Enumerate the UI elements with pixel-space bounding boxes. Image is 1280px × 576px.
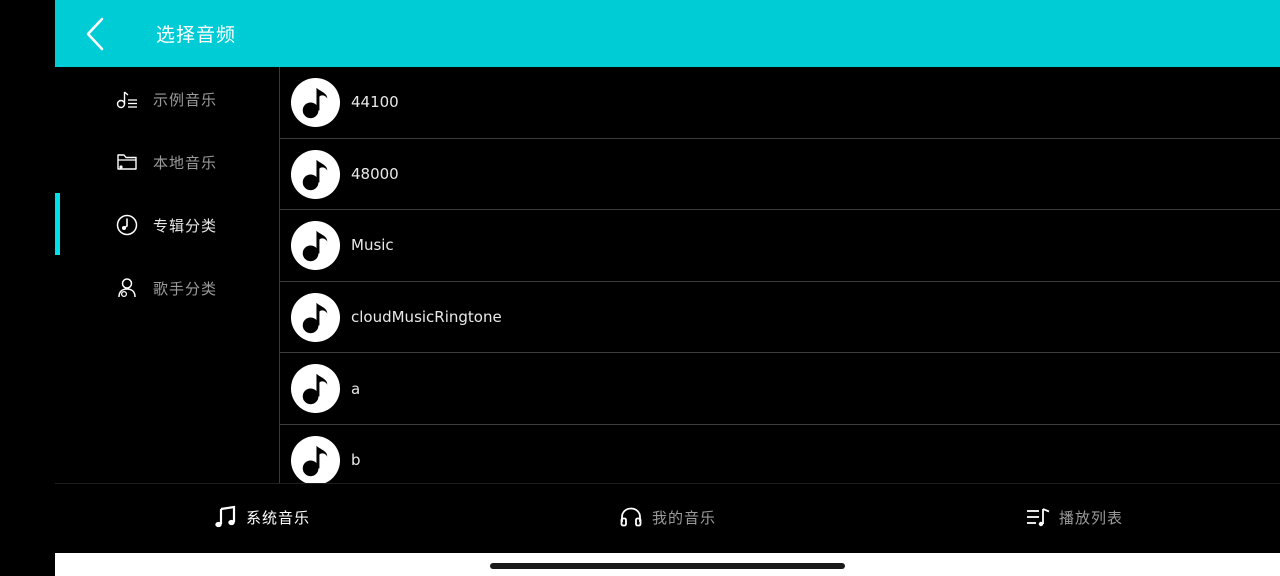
list-item-label: 44100	[351, 93, 399, 112]
album-list: 44100 48000 Music cloudMusicRingtone a b	[280, 67, 1280, 483]
home-indicator[interactable]	[490, 563, 845, 569]
music-note-disc-icon	[290, 149, 341, 199]
list-item[interactable]: Music	[280, 210, 1280, 282]
top-app-bar: 选择音频	[55, 0, 1280, 67]
left-black-strip	[0, 0, 55, 576]
list-item[interactable]: b	[280, 425, 1280, 483]
playlist-icon	[1025, 504, 1051, 530]
sample-music-icon	[115, 87, 139, 111]
music-note-disc-icon	[290, 221, 341, 271]
music-note-disc-icon	[290, 77, 341, 128]
list-item-label: cloudMusicRingtone	[351, 308, 502, 327]
sidebar-item-singer[interactable]: 歌手分类	[55, 257, 279, 319]
sidebar-item-album[interactable]: 专辑分类	[55, 194, 279, 256]
bottom-tab-bar: 系统音乐 我的音乐 播放列表	[55, 483, 1280, 553]
music-note-disc-icon	[290, 364, 341, 414]
music-note-icon	[212, 504, 238, 530]
list-item-label: a	[351, 379, 361, 398]
music-note-disc-icon	[290, 292, 341, 342]
sidebar-item-label: 专辑分类	[153, 216, 218, 235]
list-item[interactable]: a	[280, 353, 1280, 425]
music-note-disc-icon	[290, 435, 341, 483]
chevron-left-icon	[86, 17, 104, 50]
page-title: 选择音频	[156, 24, 237, 46]
tab-my-music[interactable]: 我的音乐	[618, 484, 716, 550]
list-item[interactable]: 48000	[280, 139, 1280, 211]
tab-label: 系统音乐	[246, 508, 311, 527]
tab-label: 播放列表	[1059, 508, 1124, 527]
list-item-label: 48000	[351, 164, 399, 183]
album-disc-icon	[115, 213, 139, 237]
list-item-label: Music	[351, 236, 394, 255]
sidebar-item-sample-music[interactable]: 示例音乐	[55, 68, 279, 130]
tab-label: 我的音乐	[652, 508, 717, 527]
tab-playlist[interactable]: 播放列表	[1025, 484, 1123, 550]
sidebar-item-label: 歌手分类	[153, 279, 218, 298]
list-item[interactable]: 44100	[280, 67, 1280, 139]
headphones-icon	[618, 504, 644, 530]
list-item[interactable]: cloudMusicRingtone	[280, 282, 1280, 354]
list-item-label: b	[351, 451, 361, 470]
local-folder-icon	[115, 150, 139, 174]
tab-system-music[interactable]: 系统音乐	[212, 484, 310, 550]
back-button[interactable]	[55, 0, 135, 67]
sidebar-item-label: 本地音乐	[153, 153, 218, 172]
singer-person-icon	[115, 276, 139, 300]
category-sidebar: 示例音乐 本地音乐 专辑分类 歌手分类	[55, 67, 279, 483]
sidebar-item-label: 示例音乐	[153, 90, 218, 109]
sidebar-item-local-music[interactable]: 本地音乐	[55, 131, 279, 193]
